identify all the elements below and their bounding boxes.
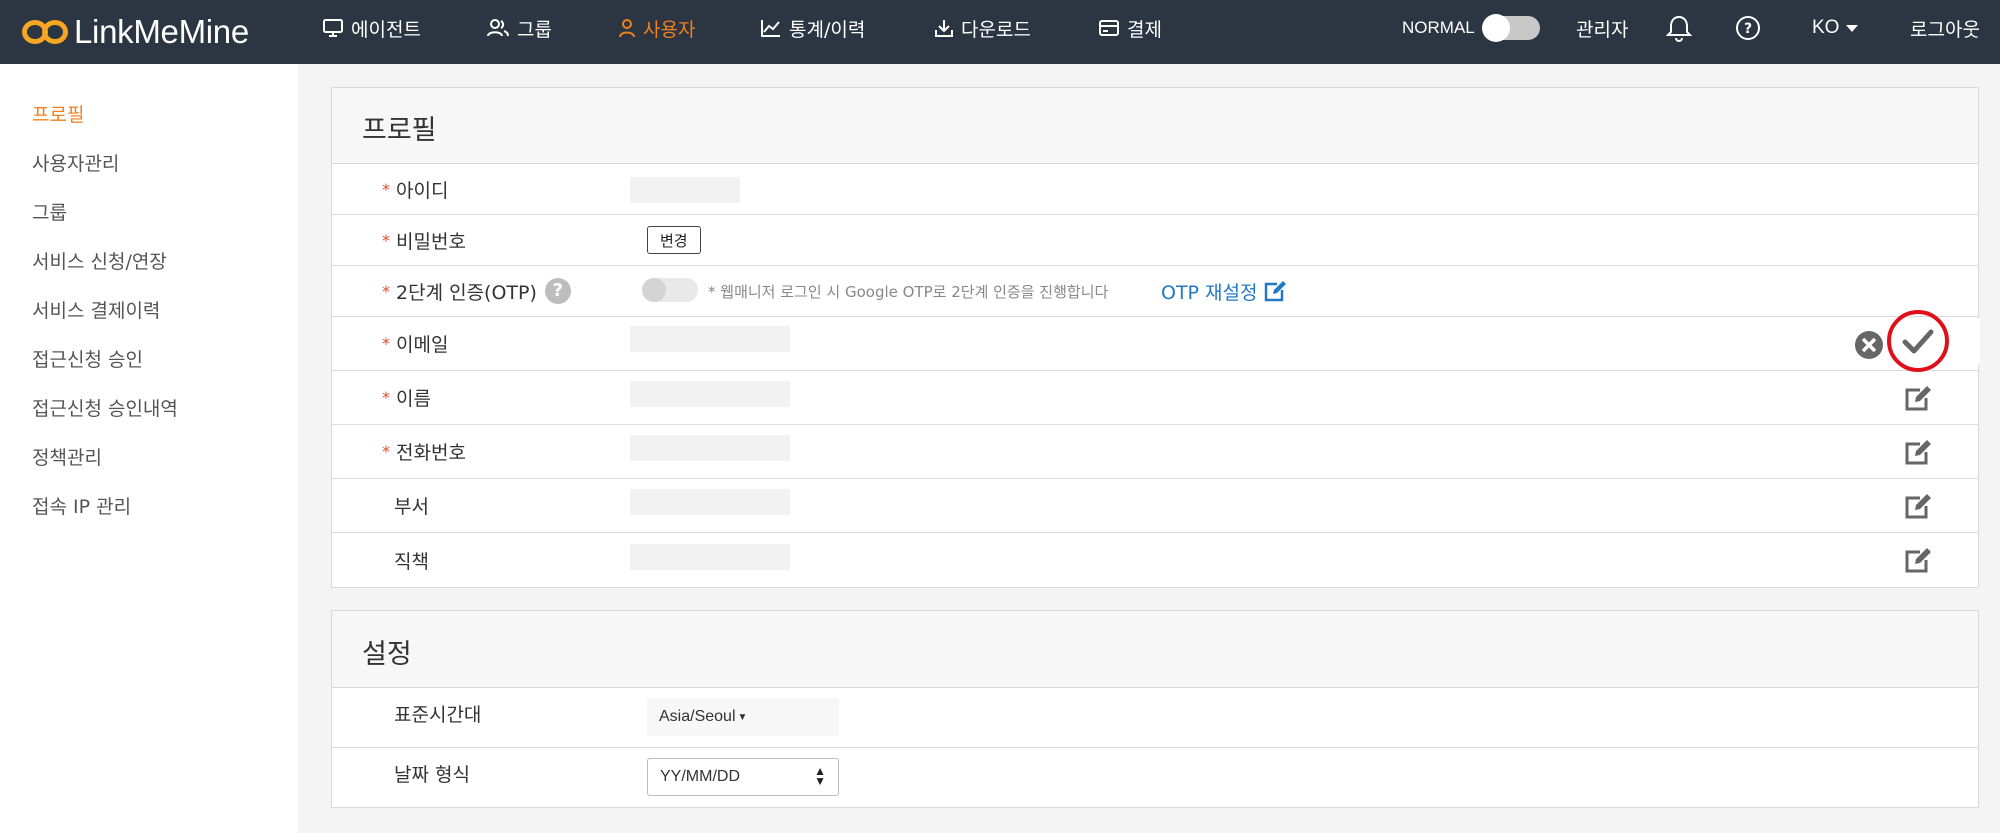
settings-panel-header: 설정: [332, 611, 1978, 688]
users-icon: [487, 19, 509, 37]
timezone-label: 표준시간대: [394, 703, 482, 726]
edit-icon[interactable]: [1903, 493, 1933, 521]
language-dropdown[interactable]: KO: [1812, 0, 1859, 56]
date-format-label: 날짜 형식: [394, 763, 470, 786]
profile-row-phone: * 전화번호: [332, 425, 1978, 479]
logo[interactable]: LinkMeMine: [22, 8, 249, 56]
mode-toggle[interactable]: [1482, 14, 1540, 42]
card-icon: [1099, 20, 1119, 36]
date-format-select[interactable]: YY/MM/DD ▲ ▼: [647, 758, 839, 796]
sidebar-item-user-management[interactable]: 사용자관리: [32, 149, 119, 176]
sidebar-item-group[interactable]: 그룹: [32, 198, 67, 225]
cancel-circle-icon[interactable]: [1854, 330, 1884, 360]
position-value: [630, 544, 790, 570]
help-circle-icon[interactable]: ?: [1735, 0, 1761, 56]
profile-row-position: 직책: [332, 533, 1978, 588]
nav-agent-label: 에이전트: [351, 18, 421, 41]
settings-panel: 설정 표준시간대 Asia/Seoul ▼ 날짜 형식 YY/MM/DD ▲ ▼: [331, 610, 1979, 808]
profile-row-id: * 아이디: [332, 164, 1978, 215]
nav-group-label: 그룹: [517, 18, 552, 41]
change-password-button[interactable]: 변경: [647, 226, 701, 254]
otp-label: * 2단계 인증(OTP)?: [382, 266, 571, 316]
notification-bell-icon[interactable]: [1666, 0, 1692, 56]
nav-user-label: 사용자: [643, 18, 696, 41]
question-circle-icon[interactable]: ?: [544, 278, 571, 304]
id-value: [630, 177, 740, 203]
sidebar: 프로필 사용자관리 그룹 서비스 신청/연장 서비스 결제이력 접근신청 승인 …: [0, 64, 298, 833]
top-nav-bar: LinkMeMine 에이전트 그룹 사용자 통계/이력 다운로드 결제 NOR…: [0, 0, 2000, 64]
profile-row-department: 부서: [332, 479, 1978, 533]
nav-payment-label: 결제: [1127, 18, 1162, 41]
sidebar-item-service-apply[interactable]: 서비스 신청/연장: [32, 247, 167, 274]
otp-reset-link[interactable]: OTP 재설정: [1161, 266, 1287, 316]
nav-agent[interactable]: 에이전트: [322, 0, 421, 56]
nav-payment[interactable]: 결제: [1098, 0, 1162, 56]
phone-value: [630, 435, 790, 461]
nav-user[interactable]: 사용자: [618, 0, 695, 56]
edit-icon[interactable]: [1903, 547, 1933, 575]
svg-text:?: ?: [1744, 21, 1752, 37]
settings-row-timezone: 표준시간대 Asia/Seoul ▼: [332, 688, 1978, 748]
user-icon: [619, 19, 635, 38]
caret-down-icon: [1846, 25, 1859, 32]
profile-row-password: * 비밀번호 변경: [332, 215, 1978, 266]
profile-panel: 프로필 * 아이디 * 비밀번호 변경 * 2단계 인증(OTP)? * 웹매니저 로…: [331, 87, 1979, 588]
sidebar-item-payment-history[interactable]: 서비스 결제이력: [32, 296, 160, 323]
department-label: 부서: [394, 496, 429, 518]
email-input[interactable]: [630, 326, 790, 352]
department-value: [630, 489, 790, 515]
language-label: KO: [1812, 17, 1840, 38]
name-label: * 이름: [382, 388, 431, 410]
logo-text: LinkMeMine: [74, 13, 249, 50]
admin-link[interactable]: 관리자: [1576, 0, 1628, 56]
password-label: * 비밀번호: [382, 230, 466, 253]
email-label: * 이메일: [382, 334, 449, 356]
settings-title: 설정: [362, 639, 412, 670]
otp-toggle[interactable]: [642, 278, 698, 302]
sidebar-item-access-approval[interactable]: 접근신청 승인: [32, 345, 143, 372]
sidebar-item-profile[interactable]: 프로필: [32, 100, 84, 127]
profile-title: 프로필: [362, 115, 437, 146]
otp-reset-label: OTP 재설정: [1161, 281, 1258, 304]
caret-down-icon: ▼: [737, 711, 748, 723]
timezone-dropdown[interactable]: Asia/Seoul ▼: [647, 698, 839, 736]
position-label: 직책: [394, 551, 429, 573]
settings-row-date-format: 날짜 형식 YY/MM/DD ▲ ▼: [332, 748, 1978, 808]
nav-group[interactable]: 그룹: [486, 0, 552, 56]
email-edit-actions: [1802, 310, 1980, 372]
download-icon: [935, 20, 953, 37]
nav-download[interactable]: 다운로드: [934, 0, 1031, 56]
edit-icon[interactable]: [1903, 385, 1933, 413]
nav-download-label: 다운로드: [961, 18, 1031, 41]
phone-label: * 전화번호: [382, 442, 466, 464]
nav-stats[interactable]: 통계/이력: [760, 0, 865, 56]
name-value: [630, 381, 790, 407]
profile-row-name: * 이름: [332, 371, 1978, 425]
logout-link[interactable]: 로그아웃: [1910, 0, 1980, 56]
sidebar-item-approval-history[interactable]: 접근신청 승인내역: [32, 394, 178, 421]
id-label: * 아이디: [382, 179, 449, 202]
edit-icon: [1264, 281, 1286, 302]
edit-icon[interactable]: [1903, 439, 1933, 467]
profile-row-otp: * 2단계 인증(OTP)? * 웹매니저 로그인 시 Google OTP로 2…: [332, 266, 1978, 317]
profile-row-email: * 이메일: [332, 317, 1978, 371]
logo-icon: [22, 18, 70, 46]
sidebar-item-ip-management[interactable]: 접속 IP 관리: [32, 492, 131, 519]
profile-panel-header: 프로필: [332, 88, 1978, 164]
otp-description: * 웹매니저 로그인 시 Google OTP로 2단계 인증을 진행합니다: [708, 282, 1109, 301]
nav-stats-label: 통계/이력: [789, 18, 866, 41]
sidebar-item-policy[interactable]: 정책관리: [32, 443, 102, 470]
sort-arrows-icon: ▲ ▼: [814, 764, 826, 788]
chart-icon: [761, 20, 780, 37]
confirm-check-icon[interactable]: [1885, 308, 1951, 374]
monitor-icon: [323, 19, 343, 37]
mode-label: NORMAL: [1402, 18, 1475, 37]
